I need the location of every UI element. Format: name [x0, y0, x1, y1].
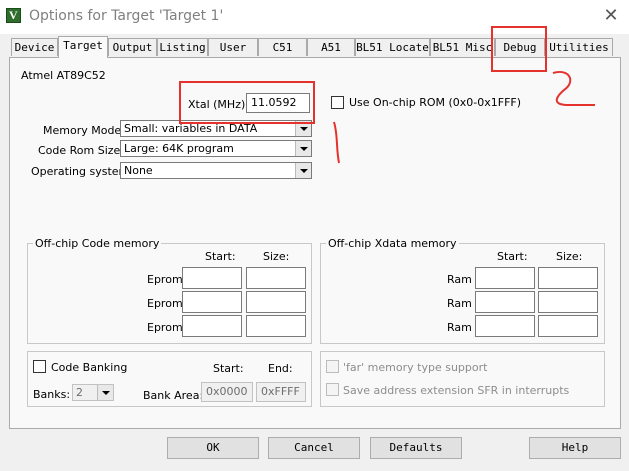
code-rom-label: Code Rom Size: [38, 144, 125, 157]
scribble-arrow-mark [552, 70, 595, 106]
save-sfr-label: Save address extension SFR in interrupts [343, 384, 570, 397]
bank-area-label: Bank Area: [143, 389, 204, 402]
ram-start-input-1[interactable] [475, 267, 535, 289]
tab-bl51-misc[interactable]: BL51 Misc [430, 38, 495, 56]
ram-size-input-2[interactable] [538, 291, 598, 313]
code-rom-value: Large: 64K program [124, 142, 234, 155]
eprom-label-1: Eprom [147, 273, 183, 286]
banks-value: 2 [76, 386, 83, 399]
far-memory-label: 'far' memory type support [343, 361, 488, 374]
device-name: Atmel AT89C52 [21, 69, 106, 82]
banks-select[interactable]: 2 [72, 384, 114, 401]
ram-start-input-3[interactable] [475, 315, 535, 337]
save-sfr-checkbox[interactable] [326, 383, 339, 396]
os-value: None [124, 164, 153, 177]
os-label: Operating system: [31, 165, 133, 178]
eprom-label-3: Eprom [147, 321, 183, 334]
tab-utilities[interactable]: Utilities [545, 38, 613, 56]
bank-end-label: End: [268, 362, 293, 375]
xtal-annotation-box [179, 81, 315, 124]
ok-button[interactable]: OK [167, 437, 259, 459]
chevron-down-icon[interactable] [97, 385, 113, 400]
window-title: Options for Target 'Target 1' [29, 8, 224, 24]
eprom-label-2: Eprom [147, 297, 183, 310]
chevron-down-icon[interactable] [295, 163, 311, 178]
tab-target[interactable]: Target [58, 36, 108, 58]
ram-size-input-3[interactable] [538, 315, 598, 337]
tab-device[interactable]: Device [11, 38, 58, 56]
tab-user[interactable]: User [208, 38, 258, 56]
ram-label-1: Ram [447, 273, 472, 286]
bank-start-label: Start: [213, 362, 244, 375]
code-size-label: Size: [263, 250, 290, 263]
code-rom-select[interactable]: Large: 64K program [120, 140, 312, 157]
code-start-label: Start: [205, 250, 236, 263]
tab-listing[interactable]: Listing [157, 38, 208, 56]
far-options-group [320, 351, 605, 407]
cancel-button[interactable]: Cancel [268, 437, 360, 459]
xdata-start-label: Start: [497, 250, 528, 263]
red-scribble-marks [333, 70, 595, 164]
close-icon[interactable]: ✕ [600, 6, 622, 26]
memory-model-label: Memory Model: [43, 124, 128, 137]
help-button[interactable]: Help [529, 437, 621, 459]
banks-label: Banks: [33, 388, 71, 401]
scribble-stroke-mark [333, 121, 340, 164]
tab-bl51-locate[interactable]: BL51 Locate [355, 38, 430, 56]
xdata-memory-title: Off-chip Xdata memory [326, 237, 459, 250]
eprom-start-input-2[interactable] [182, 291, 242, 313]
xdata-size-label: Size: [556, 250, 583, 263]
defaults-button[interactable]: Defaults [370, 437, 462, 459]
chevron-down-icon[interactable] [295, 141, 311, 156]
code-banking-label: Code Banking [51, 361, 128, 374]
eprom-size-input-3[interactable] [246, 315, 306, 337]
code-memory-title: Off-chip Code memory [33, 237, 162, 250]
bank-area-end-input[interactable]: 0xFFFF [256, 382, 306, 402]
os-select[interactable]: None [120, 162, 312, 179]
bank-area-start-input[interactable]: 0x0000 [201, 382, 253, 402]
tab-a51[interactable]: A51 [307, 38, 355, 56]
tab-output[interactable]: Output [108, 38, 157, 56]
eprom-start-input-1[interactable] [182, 267, 242, 289]
tab-c51[interactable]: C51 [258, 38, 307, 56]
eprom-size-input-2[interactable] [246, 291, 306, 313]
ram-label-2: Ram [447, 297, 472, 310]
ram-start-input-2[interactable] [475, 291, 535, 313]
ram-size-input-1[interactable] [538, 267, 598, 289]
eprom-start-input-3[interactable] [182, 315, 242, 337]
eprom-size-input-1[interactable] [246, 267, 306, 289]
keil-app-icon: V [6, 8, 21, 23]
ram-label-3: Ram [447, 321, 472, 334]
far-memory-checkbox[interactable] [326, 360, 339, 373]
code-banking-checkbox[interactable] [33, 360, 46, 373]
